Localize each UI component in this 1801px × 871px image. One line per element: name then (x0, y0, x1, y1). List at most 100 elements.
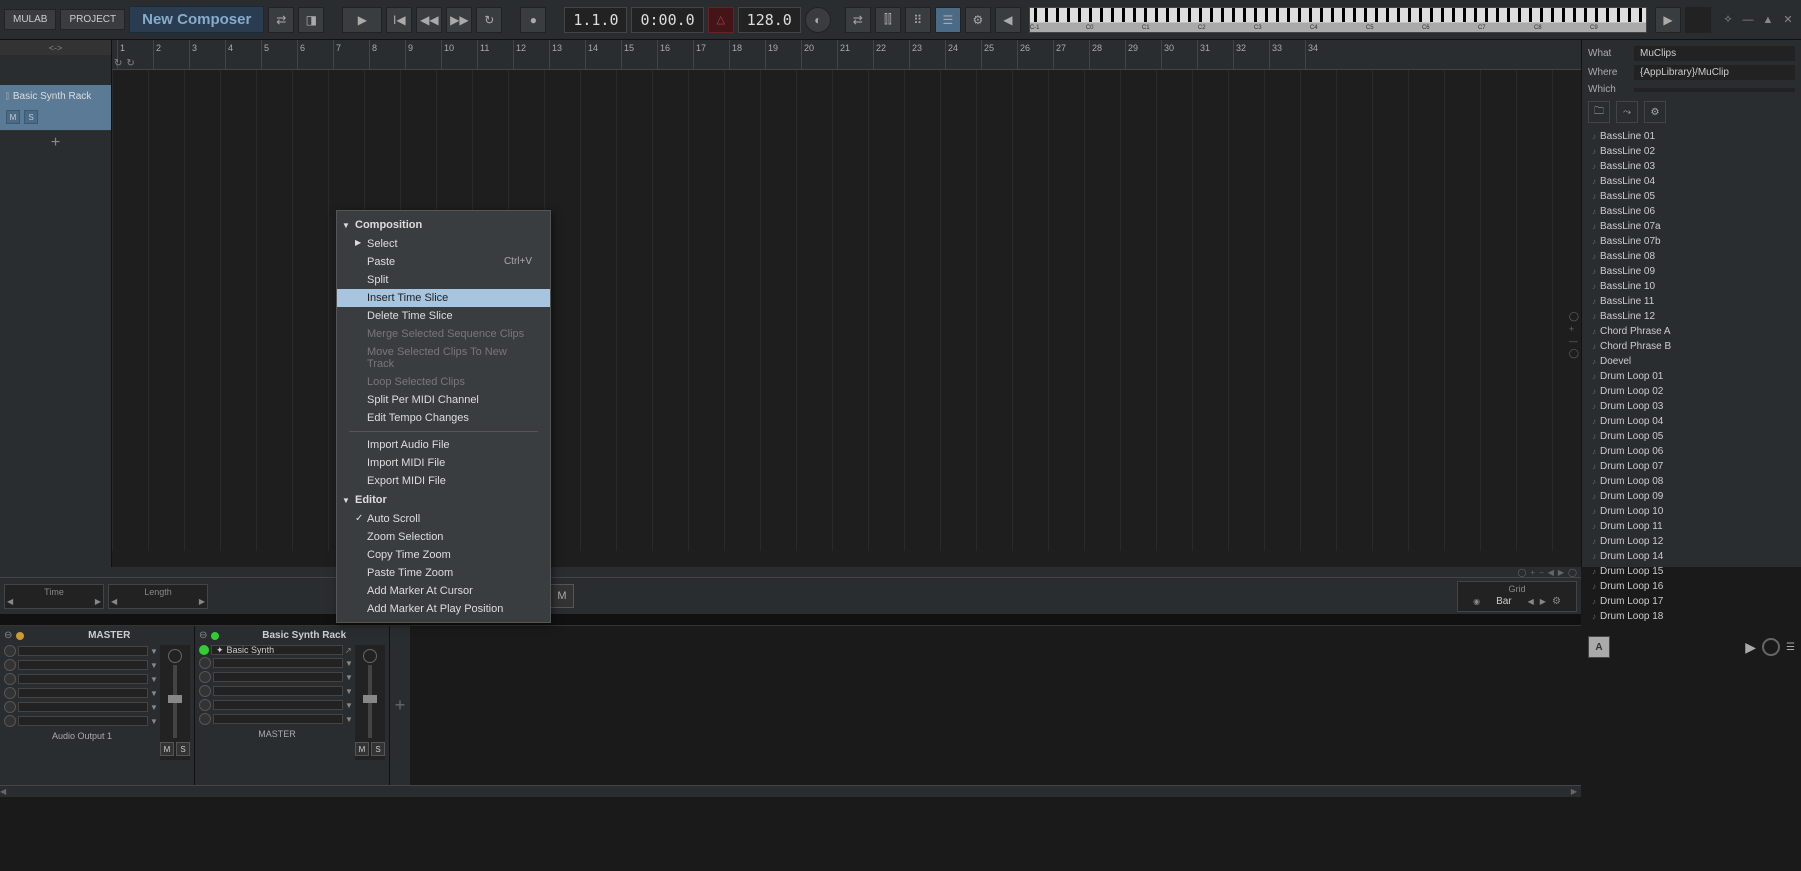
browser-file-item[interactable]: Drum Loop 14 (1588, 549, 1795, 564)
browser-file-item[interactable]: BassLine 09 (1588, 264, 1795, 279)
shuffle-icon[interactable]: ⇄ (268, 7, 294, 33)
track-basic-synth[interactable]: ⫿ Basic Synth Rack M S (0, 85, 111, 131)
browser-file-item[interactable]: BassLine 01 (1588, 129, 1795, 144)
timeline-ruler[interactable]: ↻↻ 1234567891011121314151617181920212223… (112, 40, 1581, 70)
grid-next-icon[interactable]: ▶ (1540, 597, 1546, 606)
master-solo-button[interactable]: S (176, 742, 190, 756)
clip-mute-button[interactable]: M (550, 584, 574, 608)
grid-value[interactable]: Bar (1486, 594, 1522, 609)
synth-fader[interactable]: M S (355, 645, 385, 760)
grid-settings-icon[interactable]: ⚙ (1552, 596, 1561, 607)
go-start-button[interactable]: I◀ (386, 7, 412, 33)
browser-file-item[interactable]: BassLine 05 (1588, 189, 1795, 204)
browser-file-list[interactable]: BassLine 01BassLine 02BassLine 03BassLin… (1588, 129, 1795, 624)
play-button[interactable]: ▶ (342, 7, 382, 33)
project-button[interactable]: PROJECT (60, 9, 125, 30)
time-display[interactable]: 0:00.0 (631, 7, 703, 33)
clip-editor-area[interactable] (0, 615, 1581, 625)
synth-solo-button[interactable]: S (371, 742, 385, 756)
insert-basic-synth[interactable]: ✦Basic Synth (211, 645, 343, 655)
grid-icon[interactable]: ⠿ (905, 7, 931, 33)
piano-prev-icon[interactable]: ◀ (995, 7, 1021, 33)
browser-file-item[interactable]: Drum Loop 18 (1588, 609, 1795, 624)
mixer-synth-strip[interactable]: ⊖ Basic Synth Rack ✦Basic Synth ↗ ▼ ▼ ▼ … (195, 626, 390, 785)
insert-active-icon[interactable] (199, 645, 209, 655)
browser-file-item[interactable]: Drum Loop 15 (1588, 564, 1795, 579)
browser-file-item[interactable]: Drum Loop 08 (1588, 474, 1795, 489)
fader-handle[interactable] (168, 695, 182, 703)
browser-play-icon[interactable]: ▶ (1745, 639, 1756, 656)
browser-what-value[interactable]: MuClips (1634, 46, 1795, 61)
list-view-icon[interactable]: ☰ (935, 7, 961, 33)
browser-file-item[interactable]: BassLine 10 (1588, 279, 1795, 294)
ctx-select[interactable]: Select (337, 235, 550, 253)
piano-next-icon[interactable]: ▶ (1655, 7, 1681, 33)
send-knob[interactable] (4, 645, 16, 657)
ctx-split[interactable]: Split (337, 271, 550, 289)
mixer-icon[interactable]: ⫿⫿ (875, 7, 901, 33)
mixer-master-strip[interactable]: ⊖ MASTER ▼ ▼ ▼ ▼ ▼ ▼ Audio Output 1 M S (0, 626, 195, 785)
mulab-button[interactable]: MULAB (4, 9, 56, 30)
add-strip-button[interactable]: + (390, 626, 410, 785)
master-fader[interactable]: M S (160, 645, 190, 760)
browser-file-item[interactable]: BassLine 06 (1588, 204, 1795, 219)
add-track-button[interactable]: + (0, 131, 111, 155)
slot-menu-icon[interactable]: ▼ (150, 646, 160, 656)
browser-folder-icon[interactable]: 🗀 (1588, 101, 1610, 123)
master-mute-button[interactable]: M (160, 742, 174, 756)
loop-end-icon[interactable]: ↻ (126, 58, 134, 69)
grid-prev-icon[interactable]: ◀ (1528, 597, 1534, 606)
record-button[interactable]: ● (520, 7, 546, 33)
tool-shuffle-icon[interactable]: ⇄ (845, 7, 871, 33)
insert-slot[interactable] (18, 646, 148, 656)
bar-position-display[interactable]: 1.1.0 (564, 7, 627, 33)
browser-file-item[interactable]: Drum Loop 06 (1588, 444, 1795, 459)
browser-send-icon[interactable]: ⤳ (1616, 101, 1638, 123)
browser-file-item[interactable]: Drum Loop 17 (1588, 594, 1795, 609)
ctx-import-audio[interactable]: Import Audio File (337, 436, 550, 454)
browser-file-item[interactable]: Drum Loop 05 (1588, 429, 1795, 444)
browser-list-icon[interactable]: ☰ (1786, 642, 1795, 653)
vertical-zoom-controls[interactable]: ◯+—◯ (1569, 311, 1579, 359)
metronome-icon[interactable]: △ (708, 7, 734, 33)
track-tab-selector[interactable]: <-> (0, 40, 111, 55)
browser-file-item[interactable]: Drum Loop 03 (1588, 399, 1795, 414)
master-output-label[interactable]: Audio Output 1 (4, 731, 160, 741)
ctx-add-marker-cursor[interactable]: Add Marker At Cursor (337, 582, 550, 600)
browser-file-item[interactable]: BassLine 02 (1588, 144, 1795, 159)
ctx-delete-time-slice[interactable]: Delete Time Slice (337, 307, 550, 325)
loop-start-icon[interactable]: ↻ (114, 58, 122, 69)
pan-knob-icon[interactable] (363, 649, 377, 663)
browser-file-item[interactable]: Drum Loop 10 (1588, 504, 1795, 519)
browser-settings-icon[interactable]: ⚙ (1644, 101, 1666, 123)
rewind-button[interactable]: ◀◀ (416, 7, 442, 33)
tempo-tap-icon[interactable]: ◐ (805, 7, 831, 33)
h-zoom-bar[interactable]: ◯+−◀▶◯ (0, 567, 1581, 577)
pan-knob-icon[interactable] (168, 649, 182, 663)
ctx-insert-time-slice[interactable]: Insert Time Slice (337, 289, 550, 307)
project-name[interactable]: New Composer (129, 6, 264, 33)
browser-mode-a-button[interactable]: A (1588, 636, 1610, 658)
ctx-export-midi[interactable]: Export MIDI File (337, 472, 550, 490)
browser-file-item[interactable]: BassLine 07a (1588, 219, 1795, 234)
browser-file-item[interactable]: BassLine 11 (1588, 294, 1795, 309)
maximize-icon[interactable]: ▲ (1759, 11, 1777, 29)
browser-file-item[interactable]: Drum Loop 11 (1588, 519, 1795, 534)
pin-icon[interactable]: ⟡ (1719, 11, 1737, 29)
browser-file-item[interactable]: Drum Loop 12 (1588, 534, 1795, 549)
arrangement-view[interactable]: ↻↻ 1234567891011121314151617181920212223… (112, 40, 1581, 567)
panel-toggle-icon[interactable]: ◨ (298, 7, 324, 33)
browser-file-item[interactable]: Chord Phrase A (1588, 324, 1795, 339)
minimize-icon[interactable]: — (1739, 11, 1757, 29)
browser-file-item[interactable]: Chord Phrase B (1588, 339, 1795, 354)
insert-open-icon[interactable]: ↗ (345, 645, 355, 655)
browser-file-item[interactable]: Drum Loop 01 (1588, 369, 1795, 384)
browser-where-value[interactable]: {AppLibrary}/MuClip (1634, 65, 1795, 80)
ctx-edit-tempo[interactable]: Edit Tempo Changes (337, 409, 550, 427)
browser-file-item[interactable]: Drum Loop 04 (1588, 414, 1795, 429)
browser-file-item[interactable]: BassLine 08 (1588, 249, 1795, 264)
ctx-copy-zoom[interactable]: Copy Time Zoom (337, 546, 550, 564)
synth-mute-button[interactable]: M (355, 742, 369, 756)
clip-time-box[interactable]: Time ◀▶ (4, 584, 104, 609)
browser-file-item[interactable]: BassLine 04 (1588, 174, 1795, 189)
